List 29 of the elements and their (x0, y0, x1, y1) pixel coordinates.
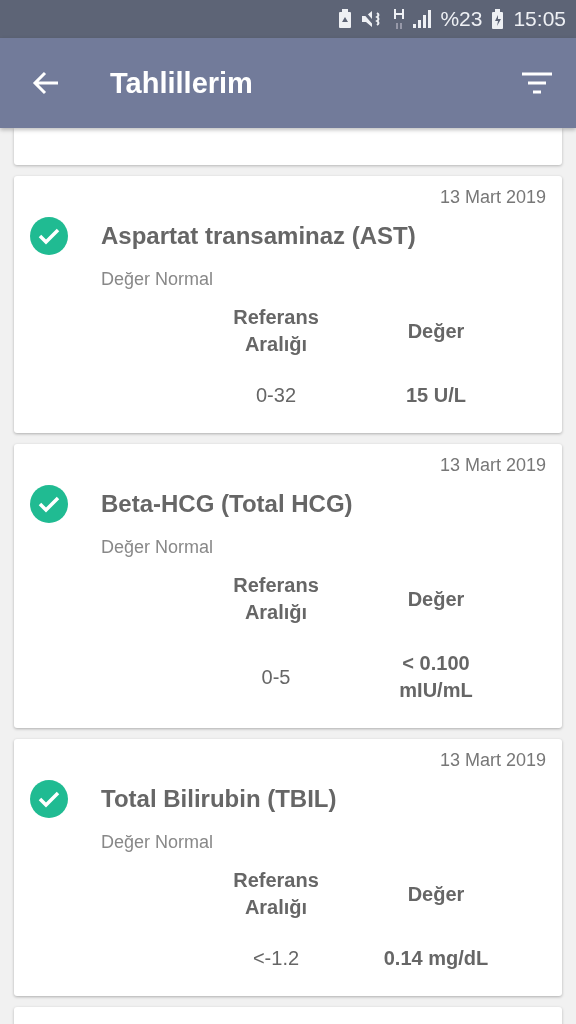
reference-range: 0-5 (260, 664, 292, 690)
result-status: Değer Normal (101, 832, 215, 853)
network-type-icon (394, 8, 405, 30)
test-date: 13 Mart 2019 (438, 454, 546, 476)
test-name: Aspartat transaminaz (AST) (101, 222, 416, 250)
result-status: Değer Normal (101, 269, 215, 290)
screen-title: Tahlillerim (110, 66, 254, 100)
column-header: Değer (406, 318, 466, 344)
back-arrow-icon (32, 71, 60, 95)
signal-icon (413, 10, 432, 28)
battery-percent: %23 (440, 7, 483, 31)
battery-charging-icon (491, 8, 505, 30)
reference-range: 0-32 (255, 383, 297, 408)
test-value: 15 U/L (405, 383, 467, 408)
test-value: 0.14 mg/dL (382, 946, 490, 971)
column-header: Değer (406, 881, 466, 907)
column-header: Değer (406, 586, 466, 612)
test-value: < 0.100 mIU/mL (398, 651, 474, 703)
clock: 15:05 (513, 7, 566, 31)
test-name: Beta-HCG (Total HCG) (101, 490, 353, 518)
column-header: Referans Aralığı (232, 868, 320, 920)
reference-range: <-1.2 (251, 946, 301, 971)
result-status: Değer Normal (101, 537, 215, 558)
test-date: 13 Mart 2019 (438, 749, 546, 771)
test-date: 13 Mart 2019 (438, 186, 546, 208)
test-name: Total Bilirubin (TBIL) (101, 785, 337, 813)
filter-icon (522, 72, 552, 94)
column-header: Referans Aralığı (232, 573, 320, 625)
column-header: Referans Aralığı (232, 305, 320, 357)
